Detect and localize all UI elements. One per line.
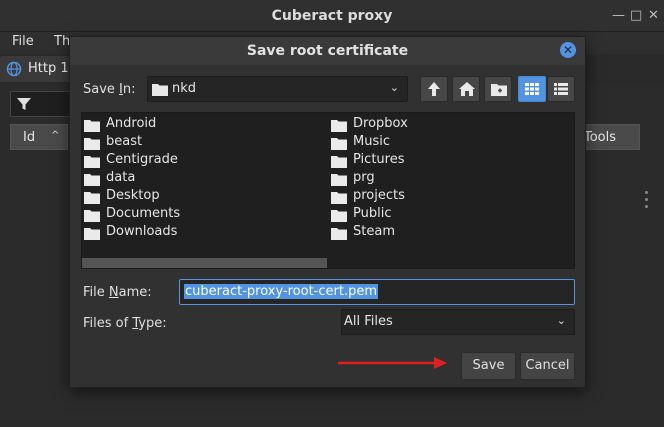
filter-icon (17, 98, 31, 110)
file-list[interactable]: Android beast Centigrade data Desktop Do… (81, 112, 575, 269)
file-name: Documents (106, 206, 181, 221)
tab-http-label: Http 1 (28, 61, 69, 76)
files-of-type-value: All Files (344, 314, 393, 329)
tab-http[interactable]: Http 1 (0, 56, 80, 82)
file-name: Public (353, 206, 392, 221)
column-header-tools[interactable]: Tools (584, 124, 640, 150)
file-name: Desktop (106, 188, 160, 203)
file-name: prg (353, 170, 375, 185)
file-name: data (106, 170, 136, 185)
folder-icon (331, 120, 347, 132)
dialog-close-button[interactable]: ✕ (560, 42, 576, 58)
folder-icon (331, 210, 347, 222)
folder-icon (331, 192, 347, 204)
window-title: Cuberact proxy (271, 8, 393, 24)
list-view-icon (525, 83, 539, 95)
file-name: Pictures (353, 152, 405, 167)
annotation-arrow-icon (338, 357, 447, 369)
folder-icon (331, 228, 347, 240)
files-of-type-combo[interactable]: All Files ⌄ (341, 309, 575, 335)
cancel-button[interactable]: Cancel (520, 352, 575, 380)
folder-icon (331, 138, 347, 150)
sort-ascending-icon: ^ (51, 130, 60, 141)
file-name-value: cuberact-proxy-root-cert.pem (184, 284, 378, 299)
globe-icon (6, 61, 22, 77)
file-name: Centigrade (106, 152, 178, 167)
column-header-id[interactable]: Id ^ (10, 124, 68, 150)
filter-input[interactable] (10, 91, 70, 117)
file-name: Downloads (106, 224, 178, 239)
main-titlebar: Cuberact proxy — □ ✕ (0, 0, 664, 32)
details-view-button[interactable] (547, 76, 575, 102)
menu-th[interactable]: Th (54, 34, 70, 49)
new-folder-icon (491, 84, 507, 96)
folder-icon (84, 228, 100, 240)
file-name: Dropbox (353, 116, 408, 131)
folder-icon (84, 210, 100, 222)
save-in-combo[interactable]: nkd ⌄ (147, 76, 408, 102)
save-button[interactable]: Save (461, 352, 516, 380)
column-header-tools-label: Tools (584, 130, 617, 145)
save-in-value: nkd (172, 81, 197, 96)
folder-icon (152, 84, 168, 96)
minimize-icon[interactable]: — (612, 8, 625, 23)
home-button[interactable] (452, 76, 480, 102)
file-name: Android (106, 116, 157, 131)
folder-icon (84, 156, 100, 168)
dialog-titlebar: Save root certificate ✕ (70, 37, 585, 65)
column-header-id-label: Id (23, 130, 36, 145)
horizontal-scrollbar[interactable] (82, 258, 327, 268)
maximize-icon[interactable]: □ (630, 8, 642, 23)
folder-icon (84, 120, 100, 132)
file-name: beast (106, 134, 143, 149)
files-of-type-label: Files of Type: (83, 316, 167, 331)
file-name: Steam (353, 224, 395, 239)
menu-file[interactable]: File (12, 34, 34, 49)
up-folder-button[interactable] (420, 76, 448, 102)
file-name-input[interactable]: cuberact-proxy-root-cert.pem (179, 279, 575, 305)
file-name-label: File Name: (83, 285, 152, 300)
folder-icon (84, 174, 100, 186)
save-in-label: Save In: (83, 82, 136, 97)
splitter-handle[interactable] (645, 191, 649, 217)
list-view-button[interactable] (518, 76, 546, 102)
save-dialog: Save root certificate ✕ Save In: nkd ⌄ A… (69, 36, 586, 388)
file-name: Music (353, 134, 390, 149)
details-view-icon (554, 83, 568, 95)
new-folder-button[interactable] (484, 76, 512, 102)
close-window-icon[interactable]: ✕ (648, 8, 659, 23)
dialog-title: Save root certificate (246, 43, 409, 59)
folder-icon (331, 156, 347, 168)
folder-icon (84, 138, 100, 150)
chevron-down-icon: ⌄ (556, 314, 566, 327)
up-folder-icon (428, 82, 440, 96)
folder-icon (331, 174, 347, 186)
chevron-down-icon: ⌄ (389, 81, 399, 94)
file-name: projects (353, 188, 405, 203)
home-icon (459, 82, 475, 96)
folder-icon (84, 192, 100, 204)
